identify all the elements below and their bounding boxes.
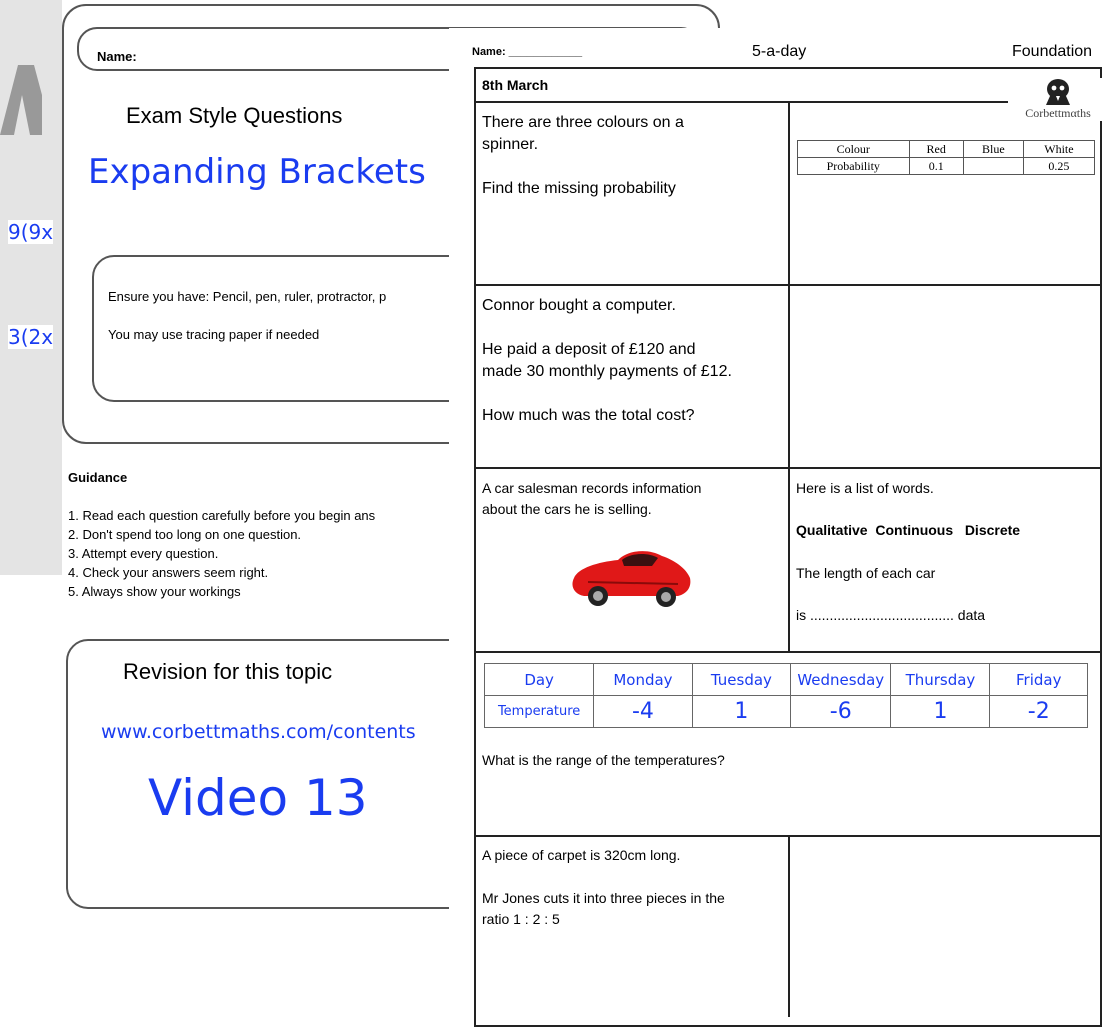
q3-line: A car salesman records information	[482, 480, 702, 496]
guidance-item: 3. Attempt every question.	[68, 546, 219, 561]
table-cell: Monday	[593, 663, 693, 696]
grid-line	[788, 835, 790, 1017]
q1-line: Find the missing probability	[482, 180, 676, 197]
q1-line: spinner.	[482, 136, 539, 153]
table-cell: Probability	[797, 157, 910, 175]
word-list-question: Here is a list of words. Qualitative Con…	[796, 478, 1096, 626]
table-cell: -4	[593, 695, 693, 728]
word-option: Discrete	[964, 522, 1021, 538]
table-cell	[962, 157, 1024, 175]
question-1-text: There are three colours on a spinner. Fi…	[482, 112, 782, 200]
grid-line	[474, 467, 1102, 469]
logo-icon	[1046, 79, 1070, 105]
table-cell: Day	[483, 663, 595, 696]
corbettmaths-logo: Corbettmαths	[1008, 78, 1108, 121]
logo-text: Corbettmαths	[1025, 106, 1091, 120]
table-cell: 0.25	[1022, 157, 1096, 175]
level-label: Foundation	[1012, 43, 1093, 60]
guidance-list: 1. Read each question carefully before y…	[68, 506, 375, 601]
word-option: Qualitative	[796, 522, 868, 538]
q5-line: ratio 1 : 2 : 5	[482, 911, 560, 927]
grid-line	[474, 651, 1102, 653]
probability-table: Colour Red Blue White Probability 0.1 0.…	[797, 140, 1096, 175]
revision-url[interactable]: www.corbettmaths.com/contents	[101, 721, 416, 743]
guidance-item: 5. Always show your workings	[68, 584, 241, 599]
table-header-row: Day Monday Tuesday Wednesday Thursday Fr…	[483, 663, 1088, 696]
table-row: Temperature -4 1 -6 1 -2	[483, 695, 1088, 728]
table-cell: 1	[890, 695, 991, 728]
word-statement: The length of each car	[796, 565, 936, 581]
question-5-text: A piece of carpet is 320cm long. Mr Jone…	[482, 845, 782, 930]
equipment-text: Ensure you have: Pencil, pen, ruler, pro…	[108, 289, 387, 304]
table-cell: 1	[691, 695, 792, 728]
question-3-text: A car salesman records information about…	[482, 478, 782, 520]
car-image	[572, 551, 691, 607]
name-label: Name:	[97, 49, 137, 64]
q2-line: Connor bought a computer.	[482, 297, 676, 314]
q2-line: How much was the total cost?	[482, 407, 695, 424]
guidance-item: 1. Read each question carefully before y…	[68, 508, 376, 523]
date-label: 8th March	[482, 77, 549, 93]
video-number: Video 13	[148, 769, 368, 827]
table-cell: Tuesday	[691, 663, 792, 696]
front-title: 5-a-day	[752, 43, 807, 60]
guidance-item: 4. Check your answers seem right.	[68, 565, 269, 580]
q2-line: made 30 monthly payments of £12.	[482, 363, 732, 380]
question-2-text: Connor bought a computer. He paid a depo…	[482, 295, 782, 427]
table-cell: Red	[908, 140, 964, 158]
guidance-heading: Guidance	[68, 470, 128, 485]
answer-line: is .....................................…	[796, 607, 986, 623]
q1-line: There are three colours on a	[482, 114, 684, 131]
word-option: Continuous	[875, 522, 954, 538]
word-list: Qualitative Continuous Discrete	[796, 520, 1096, 541]
table-cell: Blue	[962, 140, 1024, 158]
word-list-intro: Here is a list of words.	[796, 480, 934, 496]
grid-line	[474, 284, 1102, 286]
worksheet-title: Expanding Brackets	[88, 152, 426, 192]
table-row: Probability 0.1 0.25	[797, 157, 1096, 175]
range-question: What is the range of the temperatures?	[482, 752, 725, 768]
subtitle: Exam Style Questions	[126, 103, 343, 128]
table-cell: 0.1	[908, 157, 964, 175]
revision-heading: Revision for this topic	[123, 659, 333, 684]
partial-letter-graphic	[0, 65, 42, 135]
table-cell: Friday	[989, 663, 1088, 696]
q5-line: A piece of carpet is 320cm long.	[482, 847, 681, 863]
q2-line: He paid a deposit of £120 and	[482, 341, 696, 358]
guidance-item: 2. Don't spend too long on one question.	[68, 527, 302, 542]
q5-line: Mr Jones cuts it into three pieces in th…	[482, 890, 725, 906]
tracing-paper-text: You may use tracing paper if needed	[108, 327, 320, 342]
front-name-label: Name: ____________	[472, 46, 583, 58]
side-fragment: 9(9x	[8, 220, 54, 244]
grid-line	[474, 835, 1102, 837]
table-cell: Thursday	[890, 663, 991, 696]
table-cell: Wednesday	[790, 663, 892, 696]
table-cell: Colour	[797, 140, 910, 158]
temperature-table: Day Monday Tuesday Wednesday Thursday Fr…	[483, 663, 1088, 728]
table-cell: -6	[790, 695, 892, 728]
q3-line: about the cars he is selling.	[482, 501, 652, 517]
table-header-row: Colour Red Blue White	[797, 140, 1096, 158]
grid-line	[474, 101, 1008, 103]
grid-line	[788, 101, 790, 652]
table-cell: Temperature	[483, 695, 595, 728]
table-cell: -2	[989, 695, 1088, 728]
table-cell: White	[1022, 140, 1096, 158]
side-fragment: 3(2x	[8, 325, 54, 349]
